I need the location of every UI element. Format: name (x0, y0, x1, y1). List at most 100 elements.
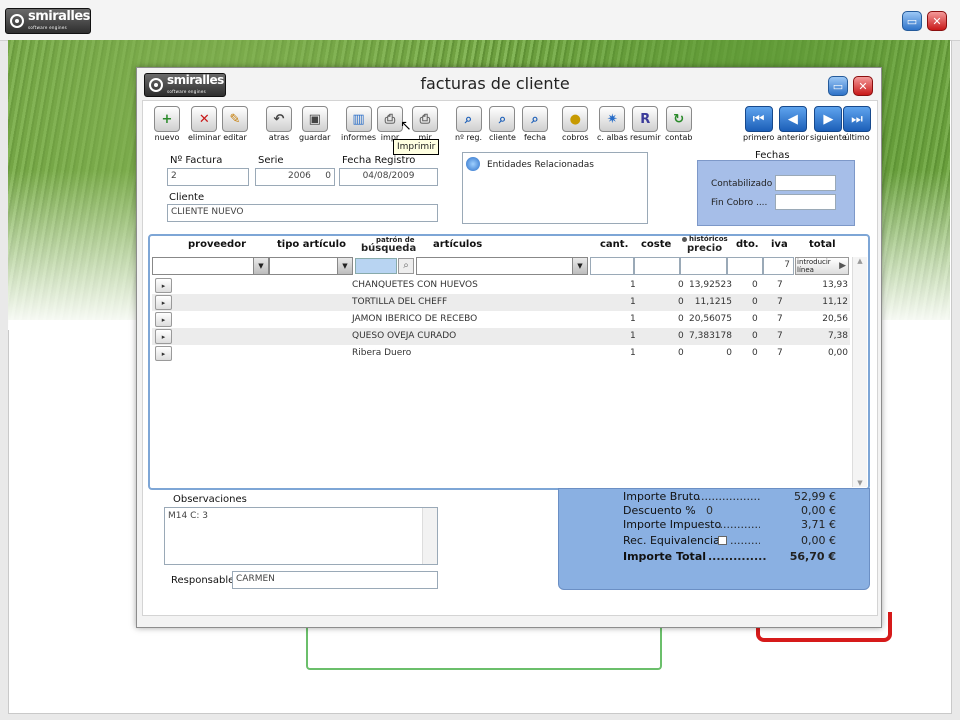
precio-input[interactable] (680, 257, 727, 275)
informes-button[interactable]: ▥ informes (341, 106, 376, 142)
observaciones-scrollbar[interactable] (422, 508, 437, 564)
row-select-button[interactable]: ▸ (155, 329, 172, 344)
magnifier-icon: ⌕ (455, 106, 482, 132)
nfactura-label: Nº Factura (170, 155, 223, 166)
fecha-registro-field[interactable]: 04/08/2009 (339, 168, 438, 186)
first-record-icon: ⏮ (744, 106, 773, 132)
cobros-button[interactable]: ● cobros (562, 106, 589, 142)
accounting-icon: ↻ (665, 106, 692, 132)
logo-mark-icon (149, 78, 163, 92)
guardar-button[interactable]: ▣ guardar (299, 106, 330, 142)
magnifier-icon: ⌕ (489, 106, 516, 132)
responsable-field[interactable]: CARMEN (232, 571, 438, 589)
table-row[interactable]: ▸ TORTILLA DEL CHEFF 1 0 11,1215 0 7 11,… (152, 294, 850, 311)
summary-r-icon: R (632, 106, 659, 132)
table-row[interactable]: ▸ Ribera Duero 1 0 0 0 7 0,00 (152, 345, 850, 362)
col-iva: iva (771, 239, 788, 250)
report-chart-icon: ▥ (345, 106, 372, 132)
dto-input[interactable] (727, 257, 763, 275)
importe-total-value: 56,70 € (789, 550, 836, 563)
articulos-combo[interactable]: ▼ (416, 257, 588, 275)
descuento-value: 0,00 € (801, 504, 836, 517)
col-dto: dto. (736, 239, 759, 250)
col-patron-busqueda: búsqueda (361, 243, 417, 254)
scroll-down-icon[interactable]: ▼ (853, 479, 867, 487)
nreg-search-button[interactable]: ⌕ nº reg. (455, 106, 482, 142)
fecha-search-button[interactable]: ⌕ fecha (522, 106, 548, 142)
next-record-icon: ▶ (814, 106, 843, 132)
eliminar-button[interactable]: ✕ eliminar (188, 106, 221, 142)
table-row[interactable]: ▸ QUESO OVEJA CURADO 1 0 7,383178 0 7 7,… (152, 328, 850, 345)
app-minimize-button[interactable]: ▭ (902, 11, 922, 31)
row-select-button[interactable]: ▸ (155, 278, 172, 293)
coins-icon: ● (562, 106, 589, 132)
contab-button[interactable]: ↻ contab (665, 106, 692, 142)
new-document-icon: + (154, 106, 180, 132)
grid-scrollbar[interactable]: ▲ ▼ (852, 257, 867, 487)
app-close-button[interactable]: ✕ (927, 11, 947, 31)
window-minimize-button[interactable]: ▭ (828, 76, 848, 96)
imprimir-secondary-button[interactable]: ⎙ mir (412, 106, 438, 142)
row-select-button[interactable]: ▸ (155, 312, 172, 327)
search-icon[interactable]: ⌕ (398, 258, 414, 274)
previous-record-icon: ◀ (778, 106, 807, 132)
col-historicos: históricos (689, 235, 728, 243)
save-disk-icon: ▣ (301, 106, 328, 132)
col-cant: cant. (600, 239, 629, 250)
proveedor-combo[interactable]: ▼ (152, 257, 269, 275)
entidades-relacionadas-label: Entidades Relacionadas (487, 160, 594, 170)
descuento-label: Descuento % (623, 504, 696, 517)
editar-button[interactable]: ✎ editar (222, 106, 248, 142)
table-row[interactable]: ▸ JAMON IBERICO DE RECEBO 1 0 20,56075 0… (152, 311, 850, 328)
back-arrow-icon: ↶ (266, 106, 292, 132)
cant-input[interactable] (590, 257, 634, 275)
chevron-down-icon: ▼ (337, 258, 352, 274)
fecha-registro-label: Fecha Registro (342, 155, 416, 166)
cliente-field[interactable]: CLIENTE NUEVO (167, 204, 438, 222)
col-tipo-articulo: tipo artículo (277, 239, 346, 250)
historicos-radio-icon[interactable] (682, 237, 687, 242)
fin-cobro-label: Fin Cobro .... (711, 198, 768, 208)
row-select-button[interactable]: ▸ (155, 295, 172, 310)
window-logo: smiralles software engines (144, 73, 226, 97)
gear-icon (466, 157, 480, 171)
siguiente-button[interactable]: ▶ siguiente (810, 106, 847, 142)
contabilizado-label: Contabilizado (711, 179, 773, 189)
nfactura-field[interactable]: 2 (167, 168, 249, 186)
rec-equivalencia-checkbox[interactable] (718, 536, 727, 545)
serie-label: Serie (258, 155, 284, 166)
importe-impuesto-value: 3,71 € (801, 518, 836, 531)
descuento-pct[interactable]: 0 (706, 504, 713, 517)
fechas-panel (697, 160, 855, 226)
nuevo-button[interactable]: + nuevo (154, 106, 180, 142)
responsable-label: Responsable (171, 575, 235, 586)
atras-button[interactable]: ↶ atras (266, 106, 292, 142)
col-total: total (809, 239, 836, 250)
contabilizado-field[interactable] (775, 175, 836, 191)
ultimo-button[interactable]: ⏭ último (843, 106, 871, 142)
fin-cobro-field[interactable] (775, 194, 836, 210)
tipo-articulo-combo[interactable]: ▼ (269, 257, 353, 275)
primero-button[interactable]: ⏮ primero (743, 106, 774, 142)
resumir-button[interactable]: Rresumir (630, 106, 661, 142)
scroll-up-icon[interactable]: ▲ (853, 257, 867, 265)
calbas-button[interactable]: ✷ c. albas (597, 106, 628, 142)
printer-icon: ⎙ (412, 106, 438, 132)
window-title: facturas de cliente (420, 74, 570, 93)
anterior-button[interactable]: ◀ anterior (777, 106, 809, 142)
observaciones-textarea[interactable]: M14 C: 3 (164, 507, 438, 565)
coste-input[interactable] (634, 257, 680, 275)
cliente-label: Cliente (169, 192, 205, 203)
chevron-down-icon: ▼ (253, 258, 268, 274)
iva-input[interactable]: 7 (763, 257, 794, 275)
patron-busqueda-input[interactable] (355, 258, 397, 274)
row-select-button[interactable]: ▸ (155, 346, 172, 361)
table-row[interactable]: ▸ CHANQUETES CON HUEVOS 1 0 13,92523 0 7… (152, 277, 850, 294)
col-precio: precio (687, 243, 723, 254)
tooltip: Imprimir (393, 139, 440, 155)
edit-document-icon: ✎ (222, 106, 248, 132)
serie-field[interactable]: 2006 0 (255, 168, 335, 186)
window-close-button[interactable]: ✕ (853, 76, 873, 96)
cliente-search-button[interactable]: ⌕ cliente (489, 106, 516, 142)
introducir-linea-button[interactable]: introducir línea ▶ (795, 257, 849, 275)
